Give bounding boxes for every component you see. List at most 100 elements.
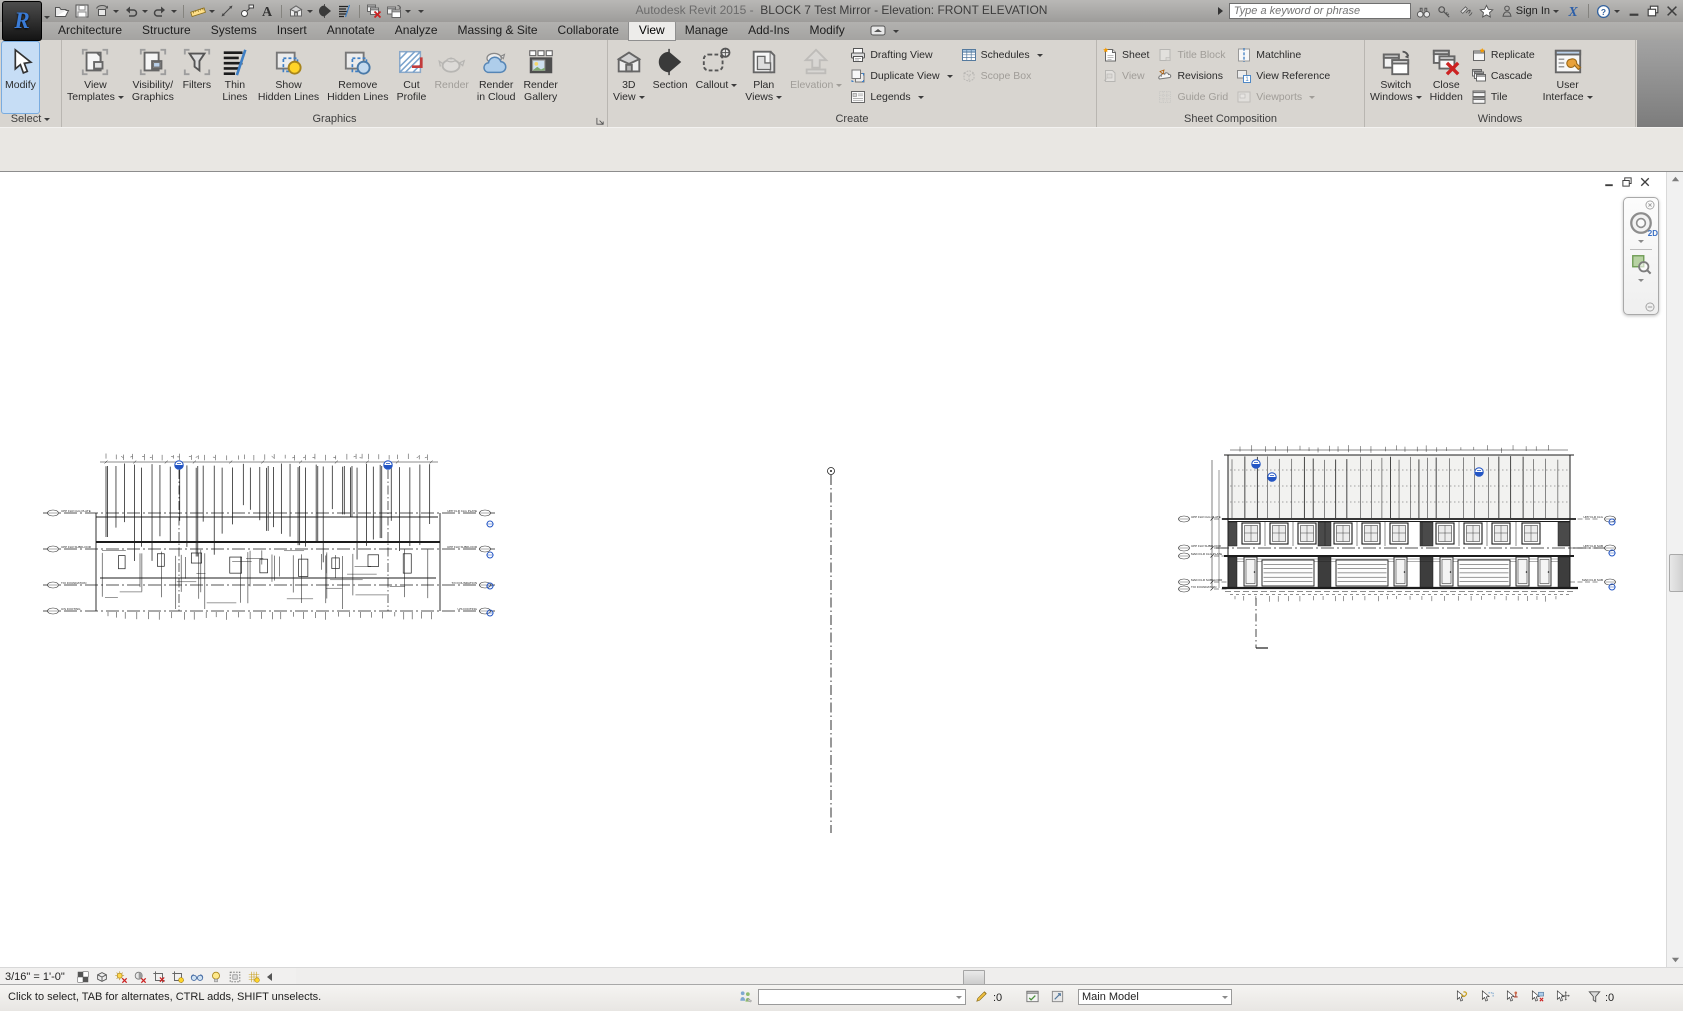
detail-level-button[interactable] (76, 970, 90, 984)
active-design-option-dropdown[interactable]: Main Model (1078, 989, 1232, 1005)
tab-massing-site[interactable]: Massing & Site (448, 21, 548, 40)
window-minimize-button[interactable] (1625, 3, 1642, 20)
left-elevation-drawing[interactable]: UPP FLR CLG PLATE UPP FLR CLG PLATE UPP FL… (43, 453, 495, 620)
tab-annotate[interactable]: Annotate (317, 21, 385, 40)
navbar-close-icon[interactable] (1645, 200, 1655, 210)
revisions-button[interactable]: Revisions (1157, 65, 1228, 86)
show-hidden-lines-button[interactable]: Show Hidden Lines (255, 42, 322, 113)
scroll-up-icon[interactable] (1668, 172, 1683, 187)
user-interface-button[interactable]: User Interface (1540, 42, 1596, 113)
remove-hidden-lines-button[interactable]: Remove Hidden Lines (324, 42, 391, 113)
crop-view-button[interactable] (152, 970, 166, 984)
thin-lines-button[interactable]: Thin Lines (217, 42, 253, 113)
steering-wheel-2d-button[interactable]: 2D (1628, 210, 1658, 238)
shadows-button[interactable] (133, 970, 147, 984)
switch-windows-button[interactable]: Switch Windows (1367, 42, 1425, 113)
search-expand-icon[interactable] (1215, 2, 1225, 20)
view-close-button[interactable] (1637, 175, 1652, 189)
view-templates-button[interactable]: View Templates (64, 42, 127, 113)
render-gallery-button[interactable]: Render Gallery (520, 42, 560, 113)
panel-select-footer[interactable]: Select (0, 113, 61, 127)
reveal-hidden-button[interactable] (209, 970, 223, 984)
aligned-dimension-button[interactable] (217, 2, 237, 20)
plan-views-button[interactable]: Plan Views (742, 42, 785, 113)
tab-architecture[interactable]: Architecture (48, 21, 132, 40)
wheel-options-caret-icon[interactable] (1638, 240, 1644, 246)
select-pinned-toggle[interactable] (1505, 989, 1520, 1004)
tab-add-ins[interactable]: Add-Ins (738, 21, 799, 40)
tab-systems[interactable]: Systems (201, 21, 267, 40)
sun-path-button[interactable] (114, 970, 128, 984)
render-in-cloud-button[interactable]: Render in Cloud (474, 42, 519, 113)
horizontal-scroll-thumb[interactable] (963, 970, 985, 985)
tab-structure[interactable]: Structure (132, 21, 201, 40)
close-hidden-windows-button[interactable] (364, 2, 384, 20)
select-links-toggle[interactable] (1455, 989, 1470, 1004)
tab-analyze[interactable]: Analyze (385, 21, 448, 40)
zoom-options-caret-icon[interactable] (1638, 279, 1644, 285)
star-button[interactable] (1478, 2, 1495, 20)
matchline-button[interactable]: Matchline (1236, 44, 1330, 65)
vertical-scrollbar[interactable] (1666, 172, 1683, 967)
temporary-view-properties-button[interactable] (228, 970, 242, 984)
filters-button[interactable]: Filters (179, 42, 215, 113)
scroll-down-icon[interactable] (1668, 952, 1683, 967)
open-button[interactable] (52, 2, 72, 20)
tab-collaborate[interactable]: Collaborate (548, 21, 629, 40)
save-button[interactable] (72, 2, 92, 20)
select-underlay-toggle[interactable] (1480, 989, 1495, 1004)
sheet-button[interactable]: Sheet (1102, 44, 1149, 65)
tab-view[interactable]: View (628, 21, 675, 40)
window-restore-button[interactable] (1644, 3, 1661, 20)
editable-only-toggle[interactable] (974, 989, 989, 1004)
ribbon-display-toggle[interactable] (865, 24, 904, 40)
synchronize-button[interactable] (92, 2, 121, 20)
section-button[interactable]: Section (650, 42, 691, 113)
navbar-minimize-icon[interactable] (1645, 302, 1655, 312)
zoom-region-button[interactable] (1630, 253, 1652, 275)
3d-view-button[interactable]: 3D View (610, 42, 648, 113)
measure-button[interactable] (188, 2, 217, 20)
drag-on-selection-toggle[interactable] (1555, 989, 1570, 1004)
schedules-button[interactable]: Schedules (961, 44, 1043, 65)
selection-filter-button[interactable] (1587, 989, 1602, 1004)
right-elevation-drawing[interactable]: UPP FLR CLG PLATE UPP FLR SUBFLOOR MAIN FL… (1178, 445, 1617, 649)
redo-button[interactable] (150, 2, 179, 20)
duplicate-view-button[interactable]: Duplicate View (850, 65, 953, 86)
view-restore-button[interactable] (1619, 175, 1634, 189)
view-reference-button[interactable]: 1 View Reference (1236, 65, 1330, 86)
view-button[interactable]: View (1102, 65, 1149, 86)
sign-in-button[interactable]: Sign In (1499, 2, 1560, 20)
guide-grid-button[interactable]: Guide Grid (1157, 86, 1228, 107)
callout-button[interactable]: Callout (693, 42, 741, 113)
tab-modify[interactable]: Modify (799, 21, 854, 40)
temporary-hide-button[interactable] (190, 970, 204, 984)
reference-plane[interactable] (827, 467, 835, 834)
modify-button[interactable]: Modify (1, 41, 40, 114)
exclude-options-toggle[interactable] (1050, 989, 1065, 1004)
view-scale-button[interactable]: 3/16" = 1'-0" (5, 971, 65, 983)
dialog-launcher-icon[interactable] (596, 117, 605, 126)
cut-profile-button[interactable]: Cut Profile (393, 42, 429, 113)
tab-manage[interactable]: Manage (675, 21, 738, 40)
design-options-button[interactable] (1025, 989, 1040, 1004)
panel-windows-footer[interactable]: Windows (1365, 113, 1635, 127)
replicate-button[interactable]: Replicate (1471, 44, 1535, 65)
elevation-button[interactable]: Elevation (787, 42, 845, 113)
drafting-view-button[interactable]: Drafting View (850, 44, 952, 65)
customize-quick-access-button[interactable] (413, 2, 426, 20)
binoculars-button[interactable] (1415, 2, 1432, 20)
visibility-graphics-button[interactable]: Visibility/Graphics (129, 42, 177, 113)
render-button[interactable]: Render (431, 42, 471, 113)
visual-style-button[interactable] (95, 970, 109, 984)
window-close-button[interactable] (1663, 3, 1680, 20)
text-button[interactable]: A (257, 2, 277, 20)
view-minimize-button[interactable] (1601, 175, 1616, 189)
worksets-button[interactable] (738, 989, 753, 1004)
section-button[interactable] (315, 2, 335, 20)
vertical-scroll-thumb[interactable] (1669, 554, 1683, 592)
search-input[interactable] (1228, 3, 1411, 19)
key-button[interactable] (1436, 2, 1453, 20)
default-3d-view-button[interactable] (286, 2, 315, 20)
panel-create-footer[interactable]: Create (608, 113, 1096, 127)
